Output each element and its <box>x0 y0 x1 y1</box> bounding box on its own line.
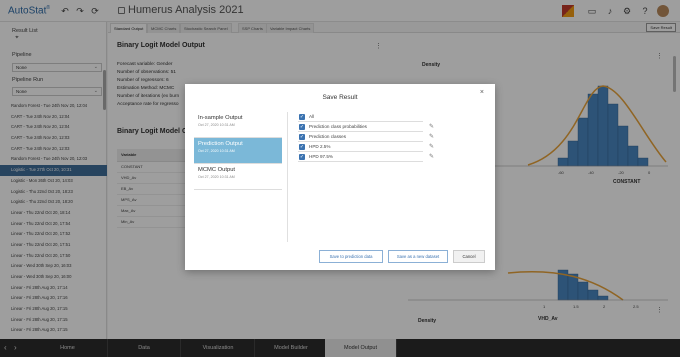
checkbox-checked-icon[interactable]: ✓ <box>299 144 305 150</box>
save-as-new-button[interactable]: Save as a new dataset <box>388 250 448 263</box>
edit-pencil-icon[interactable]: ✎ <box>429 142 434 152</box>
checkbox-label: HPD 97.5% <box>309 154 334 159</box>
edit-pencil-icon[interactable]: ✎ <box>429 122 434 132</box>
checkbox-checked-icon[interactable]: ✓ <box>299 114 305 120</box>
checkbox-row[interactable]: ✓ HPD 97.5% ✎ <box>298 152 434 162</box>
option-date: Oct 27, 2020 10:31 AM <box>198 175 235 179</box>
checkbox-label: All <box>309 114 315 119</box>
close-icon[interactable]: × <box>480 89 484 96</box>
option-date: Oct 27, 2020 10:31 AM <box>198 123 235 127</box>
option-name: In-sample Output <box>198 115 243 121</box>
checkbox-label: HPD 2.5% <box>309 144 331 149</box>
checkbox-checked-icon[interactable]: ✓ <box>299 124 305 130</box>
checkbox-row[interactable]: ✓ Prediction classes ✎ <box>298 132 434 142</box>
output-option[interactable]: In-sample Output Oct 27, 2020 10:31 AM <box>194 112 282 138</box>
output-options: In-sample Output Oct 27, 2020 10:31 AM Pre… <box>194 112 282 190</box>
cancel-button[interactable]: Cancel <box>453 250 485 263</box>
checkbox-row[interactable]: ✓ Prediction class probabilities ✎ <box>298 122 434 132</box>
divider <box>287 112 288 242</box>
checkbox-checked-icon[interactable]: ✓ <box>299 134 305 140</box>
edit-pencil-icon[interactable]: ✎ <box>429 132 434 142</box>
output-option[interactable]: MCMC Output Oct 27, 2020 10:31 AM <box>194 164 282 190</box>
checkbox-row[interactable]: ✓ HPD 2.5% ✎ <box>298 142 434 152</box>
option-name: Prediction Output <box>198 141 243 147</box>
output-option[interactable]: Prediction Output Oct 27, 2020 10:31 AM <box>194 138 282 164</box>
save-to-prediction-button[interactable]: Save to prediction data <box>319 250 383 263</box>
save-result-dialog: Save Result × In-sample Output Oct 27, 20… <box>185 84 495 270</box>
checkbox-label: Prediction class probabilities <box>309 124 367 129</box>
checkbox-checked-icon[interactable]: ✓ <box>299 154 305 160</box>
checkbox-list: ✓ All ✓ Prediction class probabilities ✎ ✓ Pre… <box>298 112 434 162</box>
option-name: MCMC Output <box>198 167 236 173</box>
checkbox-row[interactable]: ✓ All <box>298 112 423 122</box>
checkbox-label: Prediction classes <box>309 134 347 139</box>
option-date: Oct 27, 2020 10:31 AM <box>198 149 235 153</box>
dialog-title: Save Result <box>322 94 358 101</box>
edit-pencil-icon[interactable]: ✎ <box>429 152 434 162</box>
